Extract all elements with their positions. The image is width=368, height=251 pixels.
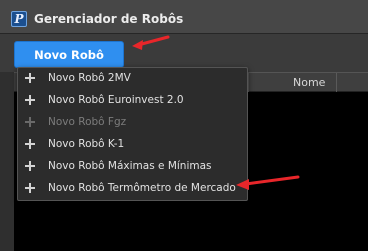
new-robot-menu: Novo Robô 2MV Novo Robô Euroinvest 2.0 N… <box>17 67 248 201</box>
menu-item-label: Novo Robô K-1 <box>48 138 125 150</box>
menu-item-label: Novo Robô Termômetro de Mercado <box>48 182 236 194</box>
window-title: Gerenciador de Robôs <box>34 12 184 26</box>
plus-icon <box>24 72 36 84</box>
plus-icon <box>24 116 36 128</box>
column-header-nome[interactable]: Nome <box>293 76 325 89</box>
plus-icon <box>24 94 36 106</box>
new-robot-button[interactable]: Novo Robô <box>14 41 124 68</box>
p-logo-icon: P <box>11 11 27 27</box>
plus-icon <box>24 160 36 172</box>
menu-item-label: Novo Robô Euroinvest 2.0 <box>48 94 184 106</box>
menu-item-label: Novo Robô Máximas e Mínimas <box>48 160 212 172</box>
column-separator[interactable] <box>248 73 249 92</box>
menu-item-euroinvest[interactable]: Novo Robô Euroinvest 2.0 <box>18 90 247 112</box>
menu-item-maximas-minimas[interactable]: Novo Robô Máximas e Mínimas <box>18 156 247 178</box>
plus-icon <box>24 138 36 150</box>
robot-manager-window: P Gerenciador de Robôs Novo Robô Nome No… <box>0 0 368 251</box>
title-bar: P Gerenciador de Robôs <box>0 0 368 34</box>
column-separator[interactable] <box>336 73 337 92</box>
annotation-arrow-icon <box>132 35 170 50</box>
menu-item-label: Novo Robô 2MV <box>48 72 131 84</box>
menu-item-termometro-mercado[interactable]: Novo Robô Termômetro de Mercado <box>18 178 247 200</box>
menu-item-label: Novo Robô Fgz <box>48 116 127 128</box>
menu-item-k1[interactable]: Novo Robô K-1 <box>18 134 247 156</box>
plus-icon <box>24 182 36 194</box>
menu-item-2mv[interactable]: Novo Robô 2MV <box>18 68 247 90</box>
annotation-arrow-icon <box>236 175 300 190</box>
left-margin <box>0 72 14 251</box>
menu-item-fgz: Novo Robô Fgz <box>18 112 247 134</box>
